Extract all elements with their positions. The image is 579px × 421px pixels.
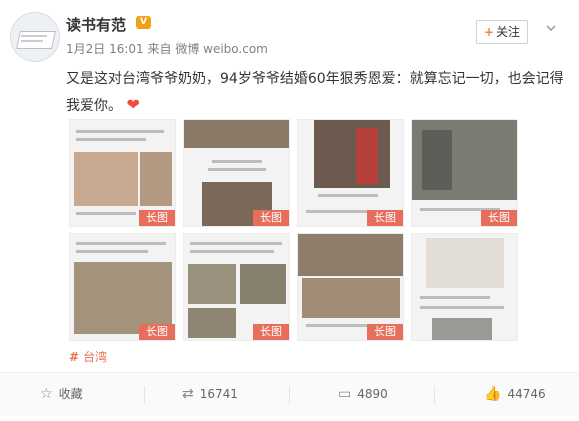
thumbs-up-icon: 👍 [484,386,502,402]
divider [144,386,145,404]
repost-button[interactable]: ⇄ 16741 [182,373,238,416]
thumbnail-1[interactable]: 长图 [69,119,176,227]
heart-icon: ❤ [126,95,140,114]
follow-button[interactable]: + 关注 [476,20,528,44]
location-link[interactable]: # 台湾 [69,348,107,365]
avatar-line [21,40,43,42]
post-text: 又是这对台湾爷爷奶奶，94岁爷爷结婚60年狠秀恩爱：就算忘记一切，也会记得我爱你… [66,66,566,119]
thumbnail-8[interactable] [411,233,518,341]
long-image-tag: 长图 [367,210,403,226]
thumbnail-7[interactable]: 长图 [297,233,404,341]
thumbnail-4[interactable]: 长图 [411,119,518,227]
post-source[interactable]: 来自 微博 weibo.com [148,42,268,56]
comment-count: 4890 [357,387,388,401]
like-count: 44746 [507,387,546,401]
like-button[interactable]: 👍 44746 [484,373,546,416]
post-date[interactable]: 1月2日 16:01 [66,42,144,56]
chevron-down-icon[interactable] [544,22,558,36]
repost-icon: ⇄ [182,386,194,402]
star-icon: ☆ [40,386,53,402]
comment-icon: ▭ [338,386,352,402]
thumbnail-2[interactable]: 长图 [183,119,290,227]
long-image-tag: 长图 [367,324,403,340]
location-label: 台湾 [83,350,108,364]
action-bar: ☆ 收藏 ⇄ 16741 ▭ 4890 👍 44746 [0,372,579,416]
long-image-tag: 长图 [253,210,289,226]
repost-count: 16741 [199,387,238,401]
divider [434,386,435,404]
location-icon: # [69,350,80,364]
thumbnail-6[interactable]: 长图 [183,233,290,341]
verified-badge-icon: V [136,16,151,29]
favorite-label: 收藏 [58,387,83,401]
long-image-tag: 长图 [481,210,517,226]
thumbnail-3[interactable]: 长图 [297,119,404,227]
post-meta: 1月2日 16:01 来自 微博 weibo.com [66,40,268,57]
long-image-tag: 长图 [139,324,175,340]
divider [289,386,290,404]
long-image-tag: 长图 [253,324,289,340]
comment-button[interactable]: ▭ 4890 [338,373,388,416]
thumbnail-5[interactable]: 长图 [69,233,176,341]
long-image-tag: 长图 [139,210,175,226]
favorite-button[interactable]: ☆ 收藏 [40,373,83,416]
avatar[interactable] [10,12,60,62]
avatar-line [21,35,47,37]
post-text-content: 又是这对台湾爷爷奶奶，94岁爷爷结婚60年狠秀恩爱：就算忘记一切，也会记得我爱你… [66,71,564,114]
username[interactable]: 读书有范 [66,14,126,35]
follow-label: 关注 [496,25,521,39]
plus-icon: + [483,25,495,39]
